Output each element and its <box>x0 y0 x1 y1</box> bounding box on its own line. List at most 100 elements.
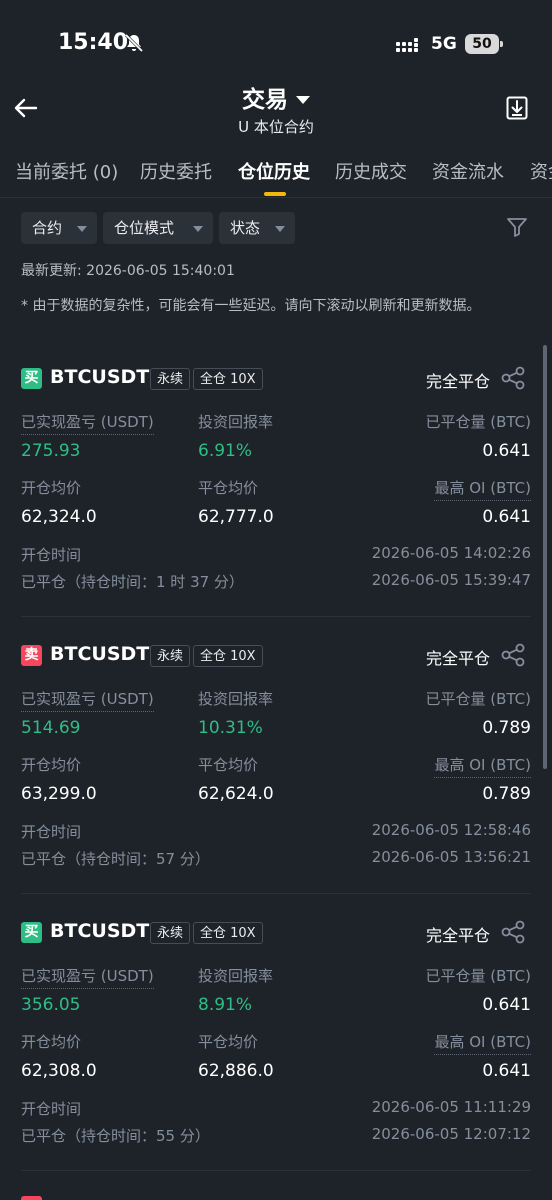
caret-down-icon <box>275 226 285 232</box>
filter-icon[interactable] <box>506 216 528 238</box>
last-updated: 最新更新: 2026-06-05 15:40:01 <box>21 263 235 279</box>
side-badge-sell: 卖 <box>21 645 42 666</box>
realized-pnl-label[interactable]: 已实现盈亏 (USDT) <box>21 411 154 435</box>
tab-trade-history[interactable]: 历史成交 <box>335 158 407 184</box>
filter-status[interactable]: 状态 <box>219 212 295 244</box>
caret-down-icon <box>77 226 87 232</box>
card-divider <box>21 616 531 617</box>
realized-pnl-value: 275.93 <box>21 441 81 461</box>
realized-pnl-value: 356.05 <box>21 995 81 1015</box>
realized-pnl-label[interactable]: 已实现盈亏 (USDT) <box>21 965 154 989</box>
roi-value: 10.31% <box>198 718 263 738</box>
max-oi-value: 0.789 <box>482 784 531 804</box>
max-oi-value: 0.641 <box>482 1061 531 1081</box>
tab-open-orders[interactable]: 当前委托 (0) <box>15 158 118 184</box>
closed-time-value: 2026-06-05 15:39:47 <box>371 571 531 589</box>
filter-contract-label: 合约 <box>32 219 63 237</box>
card-divider <box>21 1170 531 1171</box>
status-bar: 15:40 5G 50 <box>0 0 552 80</box>
filter-contract[interactable]: 合约 <box>21 212 97 244</box>
open-time-label: 开仓时间 <box>21 1100 82 1118</box>
tab-transaction-history[interactable]: 资金流水 <box>432 158 504 184</box>
history-tabs: 当前委托 (0) 历史委托 仓位历史 历史成交 资金流水 资金 <box>0 150 552 196</box>
filter-position-mode[interactable]: 仓位模式 <box>103 212 213 244</box>
closed-duration-label: 已平仓（持仓时间：57 分） <box>21 850 210 868</box>
margin-tag: 全仓 10X <box>193 645 263 667</box>
side-badge-buy: 买 <box>21 922 42 943</box>
open-time-label: 开仓时间 <box>21 546 82 564</box>
open-time-value: 2026-06-05 14:02:26 <box>371 544 531 562</box>
page-subtitle: U 本位合约 <box>238 118 314 136</box>
margin-tag: 全仓 10X <box>193 922 263 944</box>
avg-open-value: 62,324.0 <box>21 507 97 527</box>
max-oi-value: 0.641 <box>482 507 531 527</box>
closed-duration-label: 已平仓（持仓时间：55 分） <box>21 1127 210 1145</box>
avg-close-value: 62,886.0 <box>198 1061 274 1081</box>
avg-open-value: 63,299.0 <box>21 784 97 804</box>
closed-qty-label: 已平仓量 (BTC) <box>425 967 531 985</box>
clock: 15:40 <box>58 30 129 55</box>
closed-time-value: 2026-06-05 12:07:12 <box>371 1125 531 1143</box>
close-status: 完全平仓 <box>426 926 491 945</box>
share-icon[interactable] <box>500 643 526 667</box>
avg-open-label: 开仓均价 <box>21 1033 82 1051</box>
open-time-value: 2026-06-05 12:58:46 <box>371 821 531 839</box>
filter-position-mode-label: 仓位模式 <box>114 219 175 237</box>
battery-tip <box>500 41 503 47</box>
delay-note: * 由于数据的复杂性，可能会有一些延迟。请向下滚动以刷新和更新数据。 <box>21 298 481 314</box>
scrollbar[interactable] <box>543 345 547 769</box>
avg-close-label: 平仓均价 <box>198 1033 259 1051</box>
symbol: BTCUSDT <box>50 366 150 388</box>
roi-label: 投资回报率 <box>198 690 274 708</box>
closed-duration-label: 已平仓（持仓时间：1 时 37 分） <box>21 573 244 591</box>
closed-qty-label: 已平仓量 (BTC) <box>425 690 531 708</box>
mute-bell-icon <box>124 33 144 53</box>
page-title: 交易 <box>242 87 288 113</box>
closed-qty-value: 0.641 <box>482 441 531 461</box>
network-type: 5G <box>431 34 457 54</box>
margin-tag: 全仓 10X <box>193 368 263 390</box>
app-header: 交易 U 本位合约 <box>0 80 552 146</box>
closed-qty-label: 已平仓量 (BTC) <box>425 413 531 431</box>
share-icon[interactable] <box>500 920 526 944</box>
max-oi-label[interactable]: 最高 OI (BTC) <box>434 477 531 501</box>
card-divider <box>21 893 531 894</box>
download-icon[interactable] <box>506 96 528 120</box>
battery-icon: 50 <box>465 34 499 54</box>
active-tab-indicator <box>264 192 286 196</box>
open-time-label: 开仓时间 <box>21 823 82 841</box>
avg-open-label: 开仓均价 <box>21 479 82 497</box>
max-oi-label[interactable]: 最高 OI (BTC) <box>434 1031 531 1055</box>
symbol: BTCUSDT <box>50 643 150 665</box>
share-icon[interactable] <box>500 366 526 390</box>
contract-type-tag: 永续 <box>150 368 191 390</box>
caret-down-icon <box>296 95 310 104</box>
filter-bar: 合约 仓位模式 状态 <box>0 212 552 246</box>
closed-qty-value: 0.789 <box>482 718 531 738</box>
close-status: 完全平仓 <box>426 649 491 668</box>
next-card-badge-partial <box>21 1196 42 1200</box>
contract-type-tag: 永续 <box>150 645 191 667</box>
tab-order-history[interactable]: 历史委托 <box>140 158 212 184</box>
caret-down-icon <box>193 226 203 232</box>
realized-pnl-value: 514.69 <box>21 718 81 738</box>
closed-qty-value: 0.641 <box>482 995 531 1015</box>
avg-open-value: 62,308.0 <box>21 1061 97 1081</box>
avg-close-label: 平仓均价 <box>198 479 259 497</box>
closed-time-value: 2026-06-05 13:56:21 <box>371 848 531 866</box>
roi-label: 投资回报率 <box>198 967 274 985</box>
tabs-divider <box>0 197 552 198</box>
max-oi-label[interactable]: 最高 OI (BTC) <box>434 754 531 778</box>
open-time-value: 2026-06-05 11:11:29 <box>371 1098 531 1116</box>
title-dropdown[interactable]: 交易 <box>0 80 552 114</box>
signal-icon <box>396 38 418 52</box>
close-status: 完全平仓 <box>426 372 491 391</box>
roi-value: 8.91% <box>198 995 253 1015</box>
symbol: BTCUSDT <box>50 920 150 942</box>
avg-close-value: 62,777.0 <box>198 507 274 527</box>
avg-open-label: 开仓均价 <box>21 756 82 774</box>
tab-assets[interactable]: 资金 <box>530 158 552 184</box>
tab-position-history[interactable]: 仓位历史 <box>238 158 310 184</box>
realized-pnl-label[interactable]: 已实现盈亏 (USDT) <box>21 688 154 712</box>
filter-status-label: 状态 <box>230 219 261 237</box>
